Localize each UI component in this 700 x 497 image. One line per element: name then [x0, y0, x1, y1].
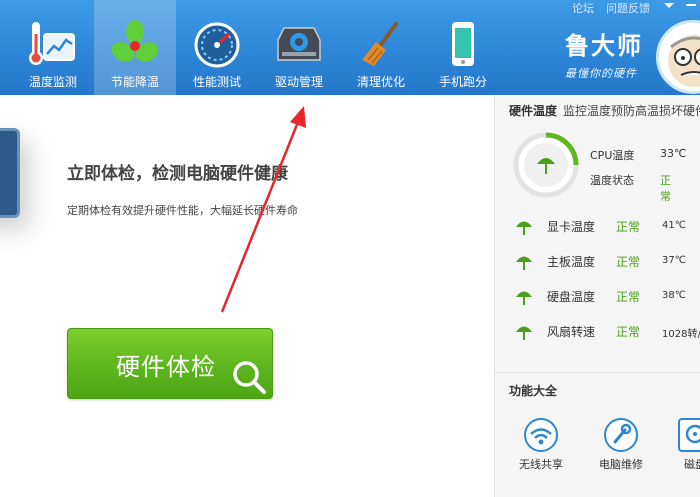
magnifier-icon — [233, 361, 266, 394]
panel-desc: 监控温度预防高温损坏硬件 — [563, 104, 700, 118]
temp-status-value: 正常 — [660, 174, 671, 203]
cpu-temp-value: 33℃ — [660, 147, 687, 160]
wifi-share-button[interactable]: 无线共享 — [511, 418, 571, 472]
row-value: 1028转/分 — [662, 329, 700, 340]
panel-divider — [495, 372, 700, 373]
tab-clean-optimize[interactable]: 清理优化 — [340, 0, 422, 95]
row-name: 主板温度 — [547, 255, 596, 269]
row-name: 风扇转速 — [547, 325, 596, 339]
disk-temp-row: 硬盘温度 正常 38℃ — [515, 287, 700, 307]
tab-label: 温度监测 — [28, 75, 77, 89]
menu-dropdown-icon[interactable] — [664, 3, 674, 8]
speedometer-icon — [192, 20, 242, 70]
cpu-temp-row: CPU温度 33℃ — [590, 147, 686, 163]
temp-status-row: 温度状态 正常 — [590, 172, 671, 203]
func-label: 无线共享 — [519, 458, 563, 471]
thermometer-chart-icon — [28, 20, 78, 70]
page-title: 立即体检，检测电脑硬件健康 — [67, 164, 288, 184]
cpu-temp-gauge — [513, 132, 579, 198]
row-name: 显卡温度 — [547, 220, 596, 234]
disk-icon — [678, 418, 700, 452]
umbrella-icon — [516, 326, 532, 340]
func-label: 磁盘 — [684, 458, 700, 471]
mascot-avatar — [656, 20, 700, 94]
tab-driver-management[interactable]: 驱动管理 — [258, 0, 340, 95]
title-bar: 温度监测 节能降温 性能测试 驱动管理 清理优化 手机跑分 论坛 问题反馈 鲁大… — [0, 0, 700, 95]
row-value: 38℃ — [662, 290, 686, 301]
tab-performance-test[interactable]: 性能测试 — [176, 0, 258, 95]
row-name: 硬盘温度 — [547, 290, 596, 304]
umbrella-icon — [516, 291, 532, 305]
broom-icon — [356, 20, 406, 70]
minimize-icon[interactable] — [686, 4, 696, 6]
pc-repair-button[interactable]: 电脑维修 — [591, 418, 651, 472]
tab-label: 手机跑分 — [438, 75, 487, 89]
row-status: 正常 — [616, 325, 641, 339]
hardware-check-label: 硬件体检 — [116, 353, 216, 381]
tab-energy-saving[interactable]: 节能降温 — [94, 0, 176, 95]
row-status: 正常 — [616, 255, 641, 269]
row-status: 正常 — [616, 290, 641, 304]
brand-name: 鲁大师 — [565, 31, 643, 60]
main-panel: 立即体检，检测电脑硬件健康 定期体检有效提升硬件性能，大幅延长硬件寿命 硬件体检 — [0, 95, 494, 497]
tab-label: 驱动管理 — [274, 75, 323, 89]
feedback-link[interactable]: 问题反馈 — [606, 0, 650, 15]
row-value: 37℃ — [662, 255, 686, 266]
device-illustration — [0, 128, 20, 218]
hardware-check-button[interactable]: 硬件体检 — [67, 328, 273, 399]
gear-chip-icon — [274, 20, 324, 70]
cpu-temp-label: CPU温度 — [590, 149, 635, 162]
temp-status-label: 温度状态 — [590, 174, 634, 187]
tab-label: 性能测试 — [192, 75, 241, 89]
wrench-icon — [604, 418, 638, 452]
brand: 鲁大师 最懂你的硬件 — [565, 26, 643, 81]
tab-temperature-monitor[interactable]: 温度监测 — [12, 0, 94, 95]
gpu-temp-row: 显卡温度 正常 41℃ — [515, 217, 700, 237]
main-tabs: 温度监测 节能降温 性能测试 驱动管理 清理优化 手机跑分 — [12, 0, 504, 95]
umbrella-icon — [516, 256, 532, 270]
brand-slogan: 最懂你的硬件 — [565, 67, 637, 80]
forum-link[interactable]: 论坛 — [572, 0, 594, 15]
tab-label: 节能降温 — [110, 75, 159, 89]
phone-icon — [438, 20, 488, 70]
top-links: 论坛 问题反馈 — [572, 0, 650, 15]
tab-phone-benchmark[interactable]: 手机跑分 — [422, 0, 504, 95]
disk-button[interactable]: 磁盘 — [665, 418, 700, 472]
board-temp-row: 主板温度 正常 37℃ — [515, 252, 700, 272]
func-label: 电脑维修 — [599, 458, 643, 471]
fan-icon — [110, 20, 160, 70]
hardware-temp-panel: 硬件温度 监控温度预防高温损坏硬件 CPU温度 33℃ 温度状态 正常 显卡温度 … — [494, 95, 700, 497]
functions-title: 功能大全 — [509, 384, 558, 398]
umbrella-icon — [516, 221, 532, 235]
row-value: 41℃ — [662, 220, 686, 231]
page-subtitle: 定期体检有效提升硬件性能，大幅延长硬件寿命 — [67, 204, 298, 217]
panel-header: 硬件温度 监控温度预防高温损坏硬件 — [509, 102, 700, 119]
row-status: 正常 — [616, 220, 641, 234]
panel-title: 硬件温度 — [509, 104, 558, 118]
fan-speed-row: 风扇转速 正常 1028转/分 — [515, 322, 700, 342]
wifi-icon — [524, 418, 558, 452]
tab-label: 清理优化 — [356, 75, 405, 89]
